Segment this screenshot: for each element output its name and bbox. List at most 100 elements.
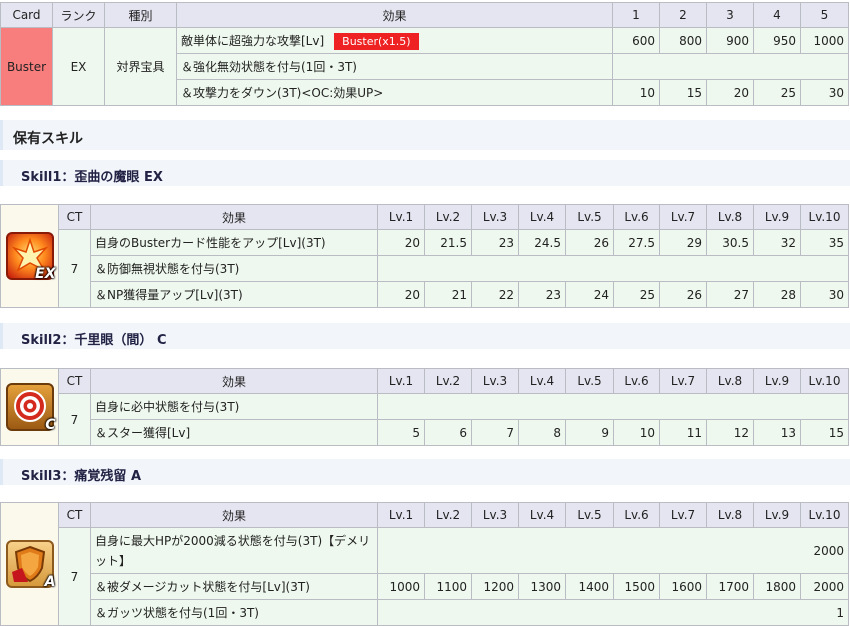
header-lv: Lv.4 xyxy=(518,368,566,394)
empty-cell xyxy=(377,393,849,420)
header-lv: Lv.9 xyxy=(753,204,801,230)
skill-effect-text: 自身に最大HPが2000減る状態を付与(3T)【デメリット】 xyxy=(90,527,378,574)
header-lv: Lv.8 xyxy=(706,204,754,230)
header-effect: 効果 xyxy=(176,2,613,28)
skill-value: 8 xyxy=(518,419,566,446)
header-lv: Lv.3 xyxy=(471,502,519,528)
skill-value: 2000 xyxy=(377,527,849,574)
skill-value: 2000 xyxy=(800,573,849,600)
header-effect: 効果 xyxy=(90,204,378,230)
header-lv: Lv.7 xyxy=(659,204,707,230)
header-oc4: 4 xyxy=(753,2,801,28)
skill-value: 24.5 xyxy=(518,229,566,256)
header-lv: Lv.9 xyxy=(753,368,801,394)
np-effect-row: 敵単体に超強力な攻撃[Lv] Buster(x1.5) xyxy=(176,27,613,54)
buster-multiplier-badge: Buster(x1.5) xyxy=(334,32,419,50)
header-lv: Lv.2 xyxy=(424,368,472,394)
header-lv: Lv.1 xyxy=(377,204,425,230)
np-value: 25 xyxy=(753,79,801,106)
empty-cell xyxy=(377,255,849,282)
skill2-ct: 7 xyxy=(58,393,91,446)
skill-effect-text: 自身のBusterカード性能をアップ[Lv](3T) xyxy=(90,229,378,256)
np-value: 20 xyxy=(706,79,754,106)
skill1-title: Skill1：歪曲の魔眼 EX xyxy=(0,160,850,186)
header-lv: Lv.4 xyxy=(518,204,566,230)
skill2-title: Skill2：千里眼（間） C xyxy=(0,323,850,349)
np-value: 1000 xyxy=(800,27,849,54)
header-lv: Lv.9 xyxy=(753,502,801,528)
skill-value: 20 xyxy=(377,281,425,308)
header-ct: CT xyxy=(58,368,91,394)
header-lv: Lv.8 xyxy=(706,368,754,394)
skill-value: 30.5 xyxy=(706,229,754,256)
skill-value: 1800 xyxy=(753,573,801,600)
skill1-icon-cell: EX xyxy=(0,204,59,308)
skill-value: 1500 xyxy=(613,573,660,600)
header-ct: CT xyxy=(58,204,91,230)
skill-effect-text: 自身に必中状態を付与(3T) xyxy=(90,393,378,420)
np-value: 800 xyxy=(659,27,707,54)
buster-up-icon: EX xyxy=(5,232,56,282)
skill1-ct: 7 xyxy=(58,229,91,308)
skill-value: 25 xyxy=(613,281,660,308)
skill1-table: EX CT 効果 Lv.1 Lv.2 Lv.3 Lv.4 Lv.5 Lv.6 L… xyxy=(0,204,849,308)
np-effect-text: ＆攻撃力をダウン(3T)<OC:効果UP> xyxy=(176,79,613,106)
skill1-rank-label: EX xyxy=(35,266,56,282)
noble-phantasm-table: Card ランク 種別 効果 1 2 3 4 5 Buster EX 対界宝具 … xyxy=(0,2,849,106)
header-card: Card xyxy=(0,2,53,28)
header-oc3: 3 xyxy=(706,2,754,28)
skill-value: 1 xyxy=(377,599,849,626)
header-rank: ランク xyxy=(52,2,105,28)
header-lv: Lv.5 xyxy=(565,204,614,230)
skill-value: 5 xyxy=(377,419,425,446)
skill-value: 26 xyxy=(565,229,614,256)
skill-value: 1000 xyxy=(377,573,425,600)
np-value: 900 xyxy=(706,27,754,54)
skill-value: 26 xyxy=(659,281,707,308)
np-type: 対界宝具 xyxy=(104,27,177,106)
np-rank: EX xyxy=(52,27,105,106)
skill2-icon-cell: C xyxy=(0,368,59,446)
np-value: 600 xyxy=(612,27,660,54)
skill3-rank-label: A xyxy=(44,574,56,590)
header-lv: Lv.7 xyxy=(659,502,707,528)
header-lv: Lv.2 xyxy=(424,502,472,528)
skill-value: 1600 xyxy=(659,573,707,600)
header-lv: Lv.3 xyxy=(471,368,519,394)
skill-value: 1300 xyxy=(518,573,566,600)
skill3-table: A CT 効果 Lv.1 Lv.2 Lv.3 Lv.4 Lv.5 Lv.6 Lv… xyxy=(0,502,849,626)
header-oc5: 5 xyxy=(800,2,849,28)
skill-value: 24 xyxy=(565,281,614,308)
skill-value: 22 xyxy=(471,281,519,308)
header-lv: Lv.10 xyxy=(800,502,849,528)
skill-value: 35 xyxy=(800,229,849,256)
skill-value: 27.5 xyxy=(613,229,660,256)
skill-value: 11 xyxy=(659,419,707,446)
header-lv: Lv.10 xyxy=(800,204,849,230)
skill-value: 10 xyxy=(613,419,660,446)
skill-value: 9 xyxy=(565,419,614,446)
header-lv: Lv.1 xyxy=(377,502,425,528)
skill-value: 13 xyxy=(753,419,801,446)
skill2-table: C CT 効果 Lv.1 Lv.2 Lv.3 Lv.4 Lv.5 Lv.6 Lv… xyxy=(0,368,849,446)
skill-value: 29 xyxy=(659,229,707,256)
skill-effect-text: ＆防御無視状態を付与(3T) xyxy=(90,255,378,282)
skill-value: 23 xyxy=(518,281,566,308)
header-lv: Lv.7 xyxy=(659,368,707,394)
skill-value: 23 xyxy=(471,229,519,256)
section-title: 保有スキル xyxy=(0,120,850,150)
skill-value: 15 xyxy=(800,419,849,446)
header-lv: Lv.5 xyxy=(565,368,614,394)
skill-value: 6 xyxy=(424,419,472,446)
skill-value: 28 xyxy=(753,281,801,308)
skill-value: 20 xyxy=(377,229,425,256)
header-lv: Lv.2 xyxy=(424,204,472,230)
header-effect: 効果 xyxy=(90,502,378,528)
header-lv: Lv.8 xyxy=(706,502,754,528)
skill-value: 1700 xyxy=(706,573,754,600)
skill-effect-text: ＆被ダメージカット状態を付与[Lv](3T) xyxy=(90,573,378,600)
header-ct: CT xyxy=(58,502,91,528)
header-effect: 効果 xyxy=(90,368,378,394)
skill3-ct: 7 xyxy=(58,527,91,626)
header-lv: Lv.10 xyxy=(800,368,849,394)
